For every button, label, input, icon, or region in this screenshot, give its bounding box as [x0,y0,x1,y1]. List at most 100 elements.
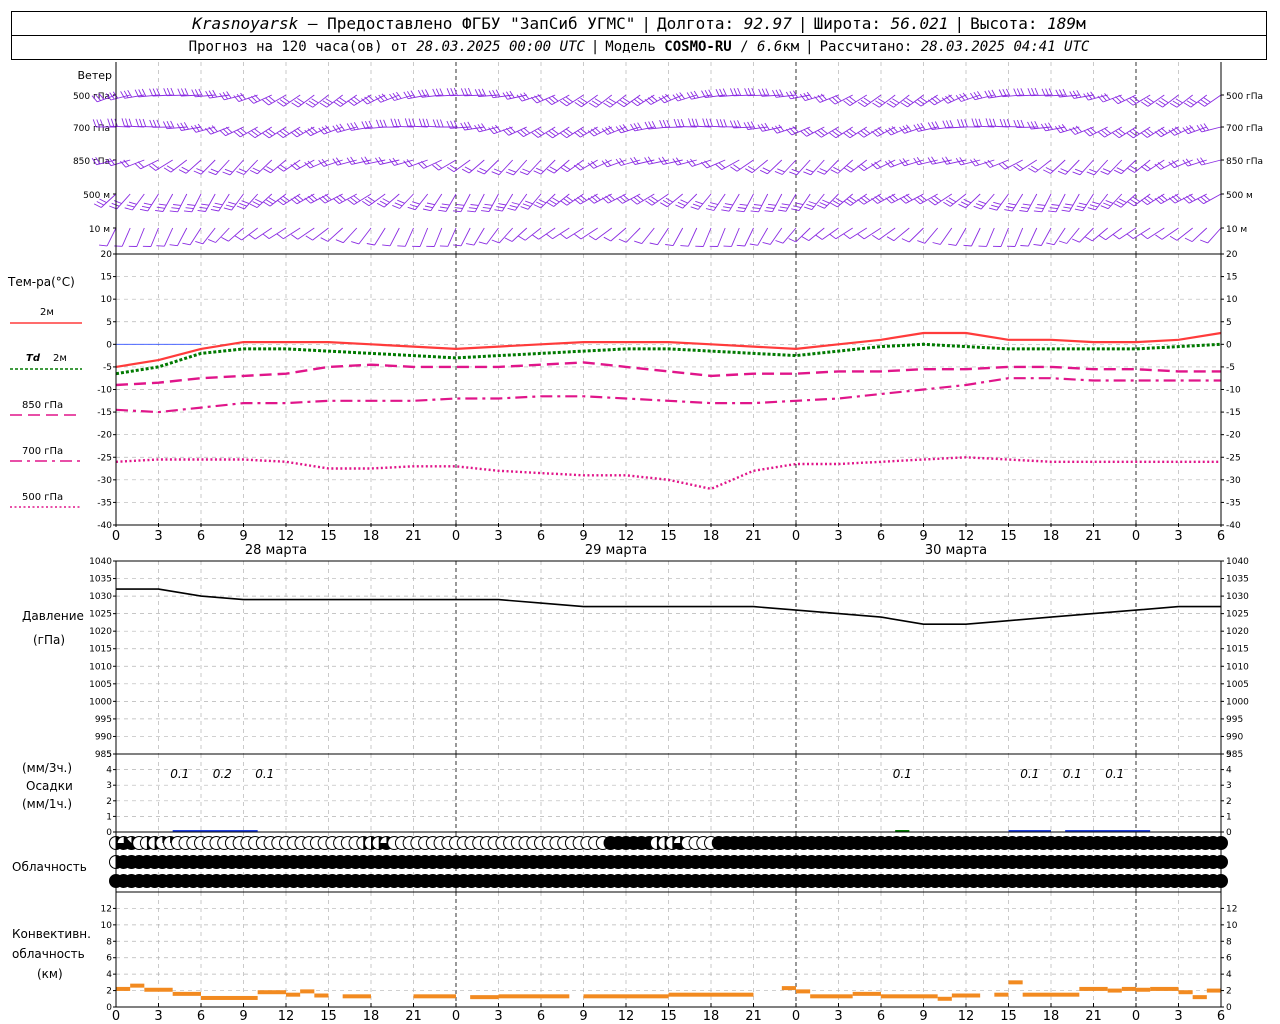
pressure-unit-label: (гПа) [33,633,65,647]
wind-barb [843,94,868,106]
x-tick-label-conv: 18 [703,1009,720,1024]
x-tick-label-conv: 21 [1085,1009,1102,1024]
y-tick-left-pres: 1015 [89,645,112,655]
wind-barb [723,227,740,247]
x-tick-label-conv: 6 [197,1009,205,1024]
wind-barb [665,227,684,247]
day-label: 29 марта [585,543,647,558]
wind-barb [491,159,514,176]
x-tick-label-temp: 6 [877,529,885,544]
conv-segment [1022,992,1051,997]
y-tick-right-conv: 0 [1226,1003,1232,1013]
wind-barb [432,159,457,171]
wind-barb [744,87,768,97]
y-tick-left-prec: 1 [106,812,112,822]
wind-barb [1019,193,1038,213]
wind-barb [958,193,981,209]
x-tick-label-temp: 18 [1043,529,1060,544]
wind-level-left: 850 гПа [73,157,110,167]
y-tick-left-temp: -10 [97,386,112,396]
y-tick-left-pres: 990 [95,732,112,742]
y-tick-right-pres: 1010 [1226,662,1249,672]
x-tick-label-temp: 3 [1174,529,1182,544]
y-tick-left-prec: 3 [106,781,112,791]
wind-barb [645,193,669,206]
wind-barb [305,227,329,241]
wind-barb [634,227,655,245]
wind-barb [1200,227,1222,244]
wind-barb [730,159,754,172]
y-tick-right-temp: -10 [1226,386,1241,396]
x-tick-label-conv: 12 [618,1009,635,1024]
wind-barb [857,227,882,240]
conv-segment [300,989,315,994]
x-tick-label-conv: 0 [1132,1009,1140,1024]
y-tick-left-pres: 1005 [89,680,112,690]
day-label: 30 марта [925,543,987,558]
conv-segment [1136,987,1151,992]
x-tick-label-temp: 3 [834,529,842,544]
y-tick-right-temp: 20 [1226,250,1238,260]
conv-segment [116,986,131,991]
x-tick-label-temp: 0 [792,529,800,544]
wind-barb [1083,126,1108,137]
wind-barb [1069,125,1094,135]
wind-barb [403,159,428,168]
wind-barb [155,193,174,212]
wind-barb [481,193,499,213]
y-tick-right-temp: 10 [1226,295,1238,305]
wind-barb [545,227,570,240]
wind-barb [644,94,669,105]
y-tick-right-conv: 2 [1226,987,1232,997]
y-tick-left-prec: 5 [106,750,112,760]
wind-barb [392,193,414,209]
wind-barb [745,159,768,174]
wind-barb [375,156,400,165]
x-tick-label-temp: 3 [494,529,502,544]
wind-barb [587,159,612,169]
y-tick-right-conv: 12 [1226,904,1237,914]
wind-barb [984,159,1009,168]
y-tick-right-pres: 990 [1226,732,1243,742]
wind-level-left: 500 м [83,191,110,201]
wind-barb [588,94,613,108]
wind-barb [505,159,528,176]
wind-barb [291,94,315,108]
wind-barb [304,159,329,169]
wind-barb [675,193,698,209]
x-tick-label-conv: 0 [452,1009,460,1024]
wind-barb [955,92,981,102]
wind-label: Ветер [78,69,112,82]
y-tick-right-temp: -30 [1226,476,1241,486]
x-tick-label-conv: 12 [958,1009,975,1024]
wind-barb [1033,193,1052,213]
conv-segment [852,991,881,996]
wind-barb [476,159,499,175]
wind-barb [1028,159,1052,173]
wind-barb [502,90,527,100]
y-tick-right-conv: 4 [1226,970,1232,980]
y-tick-left-conv: 12 [101,904,112,914]
y-tick-right-pres: 1020 [1226,627,1249,637]
wind-barb [1098,126,1123,138]
y-tick-left-pres: 1035 [89,575,112,585]
y-tick-left-prec: 4 [106,766,112,776]
wind-barb [630,122,655,132]
conv-segment [470,995,499,1000]
y-tick-left-temp: -5 [103,363,112,373]
wind-barb [178,159,202,174]
x-tick-label-temp: 21 [745,529,762,544]
wind-barb [332,123,357,133]
temp-series-line [115,361,1221,387]
wind-level-right: 700 гПа [1226,124,1263,134]
legend-td-label: Td [26,353,41,364]
precip-value-label: 0.1 [1020,767,1039,781]
conv-segment [257,990,286,995]
y-tick-right-temp: 0 [1226,340,1232,350]
y-tick-right-conv: 6 [1226,954,1232,964]
wind-barb [899,124,924,134]
y-tick-left-pres: 1010 [89,662,112,672]
wind-barb [660,193,683,208]
wind-barb [530,94,556,104]
wind-barb [886,227,910,242]
